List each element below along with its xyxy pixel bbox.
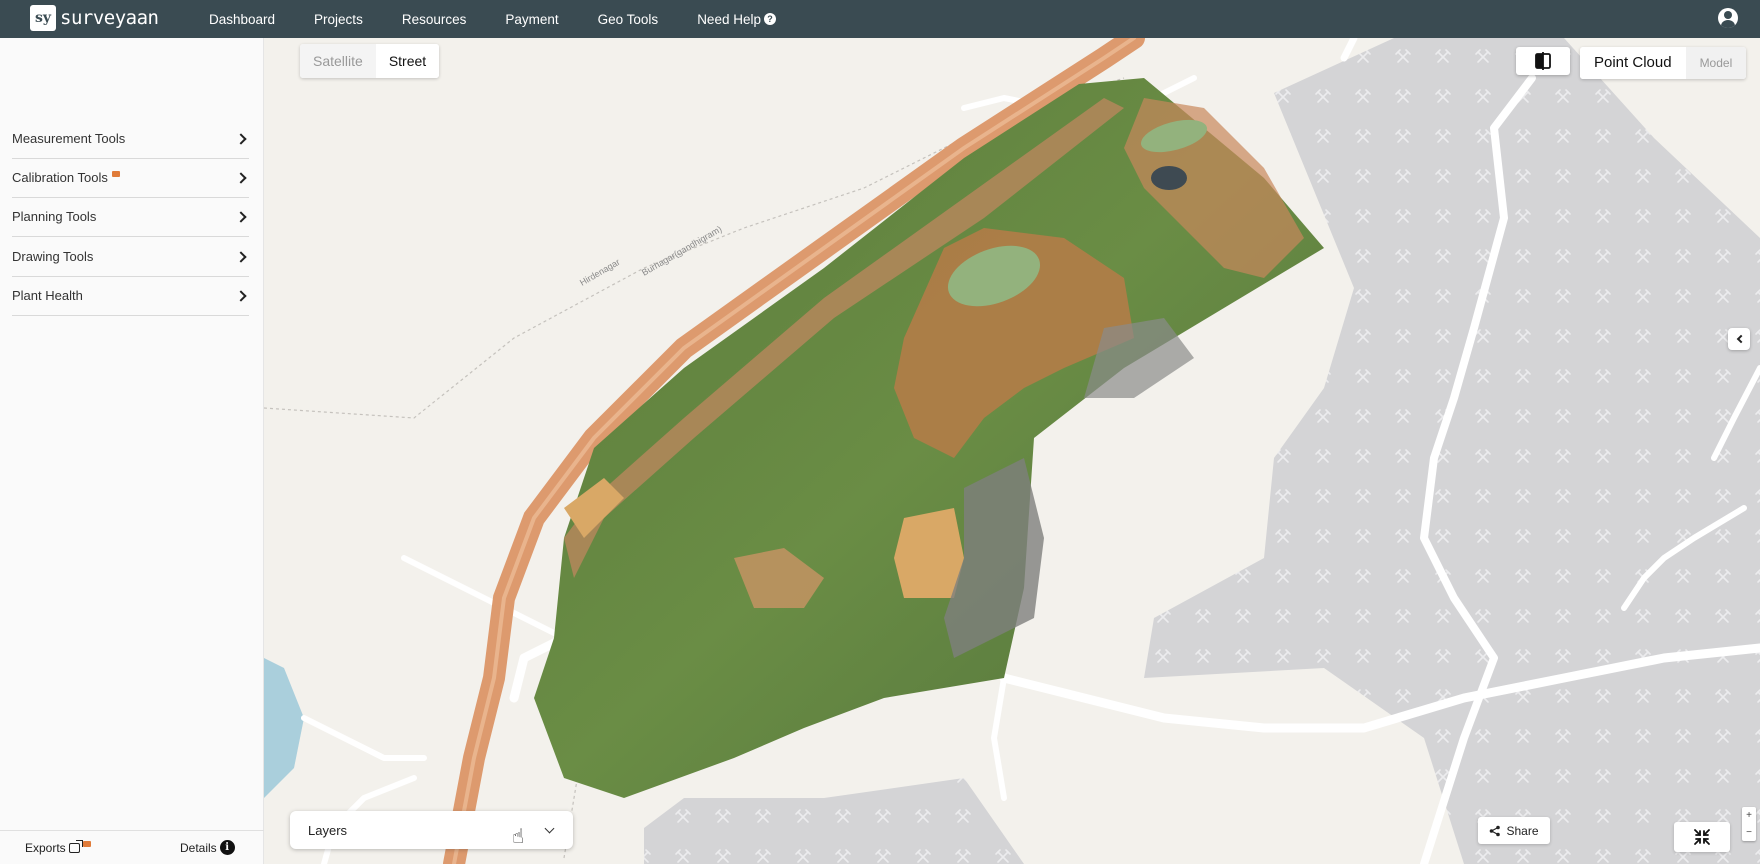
nav-projects[interactable]: Projects — [314, 12, 363, 27]
layers-label: Layers — [308, 822, 348, 838]
sidebar-item-label: Drawing Tools — [12, 249, 94, 264]
nav-need-help[interactable]: Need Help ? — [697, 12, 776, 27]
nav-geo-tools[interactable]: Geo Tools — [598, 12, 659, 27]
logo-mark: sy — [30, 5, 56, 31]
place-label-hirdenagar: Hirdenagar — [578, 257, 622, 288]
chevron-left-icon — [1736, 334, 1745, 344]
zoom-in-button[interactable]: + — [1746, 807, 1752, 824]
exports-button[interactable]: Exports — [25, 840, 91, 855]
compare-view-button[interactable] — [1516, 47, 1570, 75]
water-body — [264, 658, 304, 798]
place-label-burhagar: Burhagar(gandhigram) — [640, 224, 723, 278]
sidebar-item-label: Calibration Tools — [12, 170, 108, 185]
basemap-street-button[interactable]: Street — [375, 44, 440, 78]
view-mode-toggle: Point Cloud Model — [1580, 47, 1747, 79]
chevron-right-icon — [235, 250, 247, 263]
share-label: Share — [1506, 823, 1539, 838]
collapse-panel-button[interactable] — [1728, 328, 1750, 350]
point-cloud-button[interactable]: Point Cloud — [1580, 47, 1686, 79]
top-navbar: sy surveyaan Dashboard Projects Resource… — [0, 0, 1760, 38]
sidebar-item-measurement-tools[interactable]: Measurement Tools — [12, 119, 249, 159]
sidebar-footer: Exports Details i — [0, 830, 264, 864]
zoom-control: + − — [1742, 807, 1756, 841]
sidebar-item-plant-health[interactable]: Plant Health — [12, 276, 249, 316]
sidebar-item-planning-tools[interactable]: Planning Tools — [12, 197, 249, 237]
app-logo[interactable]: sy surveyaan — [30, 5, 159, 31]
details-button[interactable]: Details i — [180, 840, 235, 855]
logo-text: surveyaan — [60, 7, 159, 29]
basemap-toggle: Satellite Street — [300, 44, 440, 78]
orthomosaic-layer — [534, 78, 1324, 798]
export-icon — [68, 840, 83, 853]
tools-sidebar: Measurement Tools Calibration Tools Plan… — [0, 38, 264, 864]
nav-dashboard[interactable]: Dashboard — [209, 12, 275, 27]
hand-pointer-icon: ☝ — [512, 826, 525, 848]
basemap-satellite-button[interactable]: Satellite — [300, 44, 376, 78]
nav-payment[interactable]: Payment — [505, 12, 558, 27]
share-button[interactable]: Share — [1478, 817, 1550, 844]
chevron-right-icon — [235, 210, 247, 223]
sidebar-item-label: Planning Tools — [12, 209, 97, 224]
sidebar-item-label: Plant Health — [12, 288, 83, 303]
chevron-right-icon — [235, 132, 247, 145]
help-icon: ? — [763, 13, 776, 25]
layers-panel[interactable]: Layers — [290, 811, 573, 849]
sidebar-item-drawing-tools[interactable]: Drawing Tools — [12, 237, 249, 277]
sidebar-item-label-wrap: Calibration Tools — [12, 170, 120, 185]
chevron-right-icon — [235, 171, 247, 184]
premium-badge-icon — [82, 841, 91, 847]
split-view-icon — [1535, 52, 1551, 70]
zoom-out-button[interactable]: − — [1746, 824, 1752, 841]
collapse-arrows-icon — [1694, 829, 1710, 845]
chevron-down-icon — [544, 823, 555, 833]
sidebar-item-calibration-tools[interactable]: Calibration Tools — [12, 158, 249, 198]
nav-resources[interactable]: Resources — [402, 12, 467, 27]
chevron-right-icon — [235, 289, 247, 302]
premium-badge-icon — [111, 170, 120, 177]
main-nav: Dashboard Projects Resources Payment Geo… — [209, 0, 815, 38]
details-label: Details — [180, 840, 217, 855]
exports-label: Exports — [25, 841, 66, 855]
info-icon: i — [219, 840, 235, 855]
nav-need-help-label: Need Help — [697, 11, 761, 27]
user-account-icon[interactable] — [1718, 8, 1738, 28]
share-icon — [1490, 825, 1501, 836]
fit-extent-button[interactable] — [1674, 822, 1730, 852]
model-button[interactable]: Model — [1685, 47, 1747, 79]
map-canvas[interactable]: Hirdenagar Burhagar(gandhigram) — [264, 38, 1760, 864]
sidebar-item-label: Measurement Tools — [12, 131, 126, 146]
